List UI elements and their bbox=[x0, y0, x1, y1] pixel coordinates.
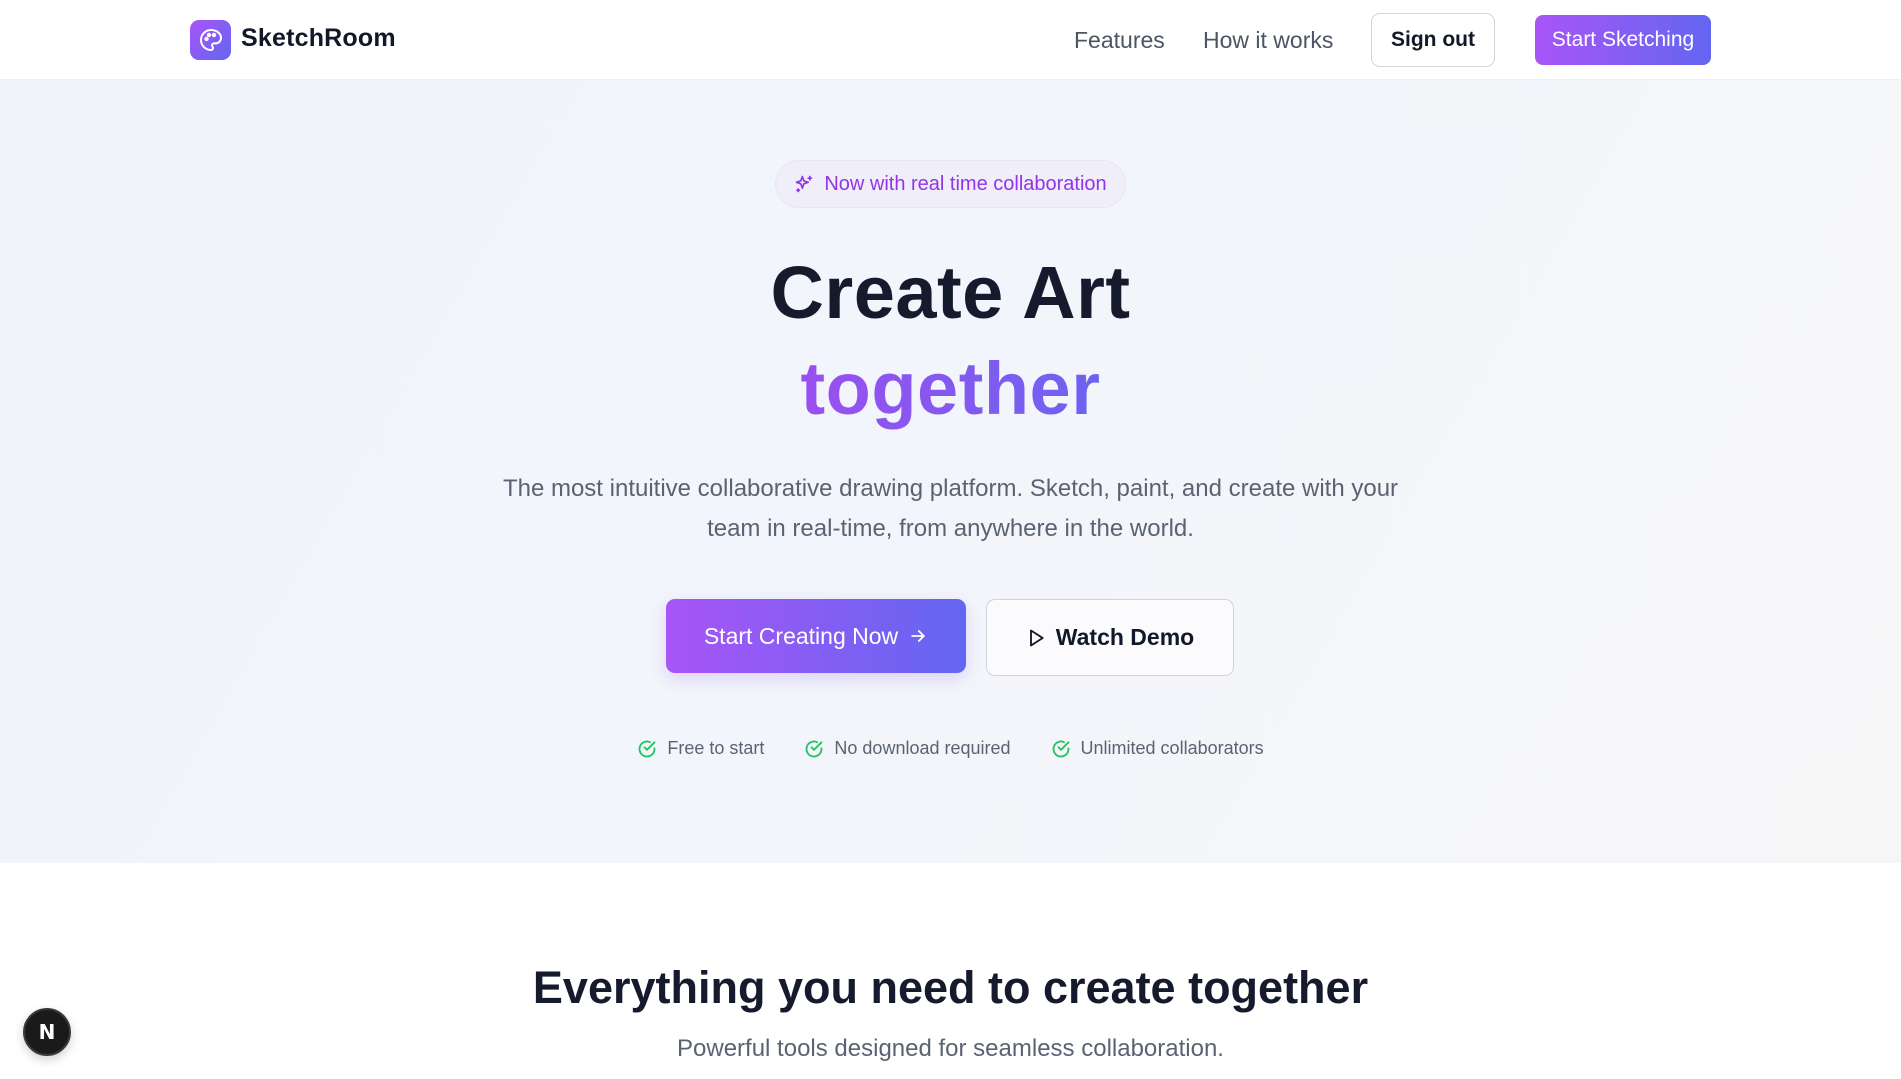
play-icon bbox=[1029, 629, 1044, 646]
badge-text: Now with real time collaboration bbox=[824, 172, 1107, 195]
nav-link-how-it-works[interactable]: How it works bbox=[1203, 27, 1333, 54]
announcement-badge: Now with real time collaboration bbox=[775, 160, 1126, 208]
palette-icon bbox=[199, 29, 222, 51]
benefit-label: Free to start bbox=[667, 738, 765, 758]
hero-title-accent: together bbox=[0, 346, 1901, 431]
features-subtitle: Powerful tools designed for seamless col… bbox=[677, 1035, 1224, 1062]
features-title: Everything you need to create together bbox=[532, 962, 1369, 1013]
benefit-item: Free to start bbox=[637, 738, 764, 759]
sign-out-button[interactable]: Sign out bbox=[1371, 13, 1495, 67]
start-creating-label: Start Creating Now bbox=[703, 622, 899, 649]
nav-link-features[interactable]: Features bbox=[1074, 27, 1165, 54]
watch-demo-label: Watch Demo bbox=[1055, 624, 1195, 650]
check-circle-icon bbox=[1052, 740, 1069, 757]
benefits-list: Free to start No download required Unlim… bbox=[0, 738, 1901, 759]
watch-demo-button[interactable]: Watch Demo bbox=[986, 599, 1234, 676]
sparkles-icon bbox=[795, 175, 813, 193]
logo[interactable] bbox=[190, 20, 231, 60]
hero-subtitle: The most intuitive collaborative drawing… bbox=[502, 475, 1399, 542]
arrow-right-icon bbox=[911, 630, 925, 642]
benefit-item: Unlimited collaborators bbox=[1051, 738, 1264, 759]
hero-section: Now with real time collaboration Create … bbox=[0, 80, 1901, 863]
hero-title-accent-text: together bbox=[800, 347, 1101, 430]
benefit-label: No download required bbox=[834, 738, 1011, 758]
benefit-label: Unlimited collaborators bbox=[1080, 738, 1264, 758]
check-circle-icon bbox=[639, 740, 656, 757]
start-creating-button[interactable]: Start Creating Now bbox=[666, 599, 966, 673]
start-sketching-button[interactable]: Start Sketching bbox=[1535, 15, 1711, 65]
brand-name[interactable]: SketchRoom bbox=[241, 24, 396, 53]
hero-title: Create Art bbox=[770, 251, 1131, 334]
dev-tools-badge[interactable]: N bbox=[23, 1008, 71, 1056]
top-navbar: SketchRoom Features How it works Sign ou… bbox=[0, 0, 1901, 80]
check-circle-icon bbox=[806, 740, 823, 757]
benefit-item: No download required bbox=[804, 738, 1011, 759]
